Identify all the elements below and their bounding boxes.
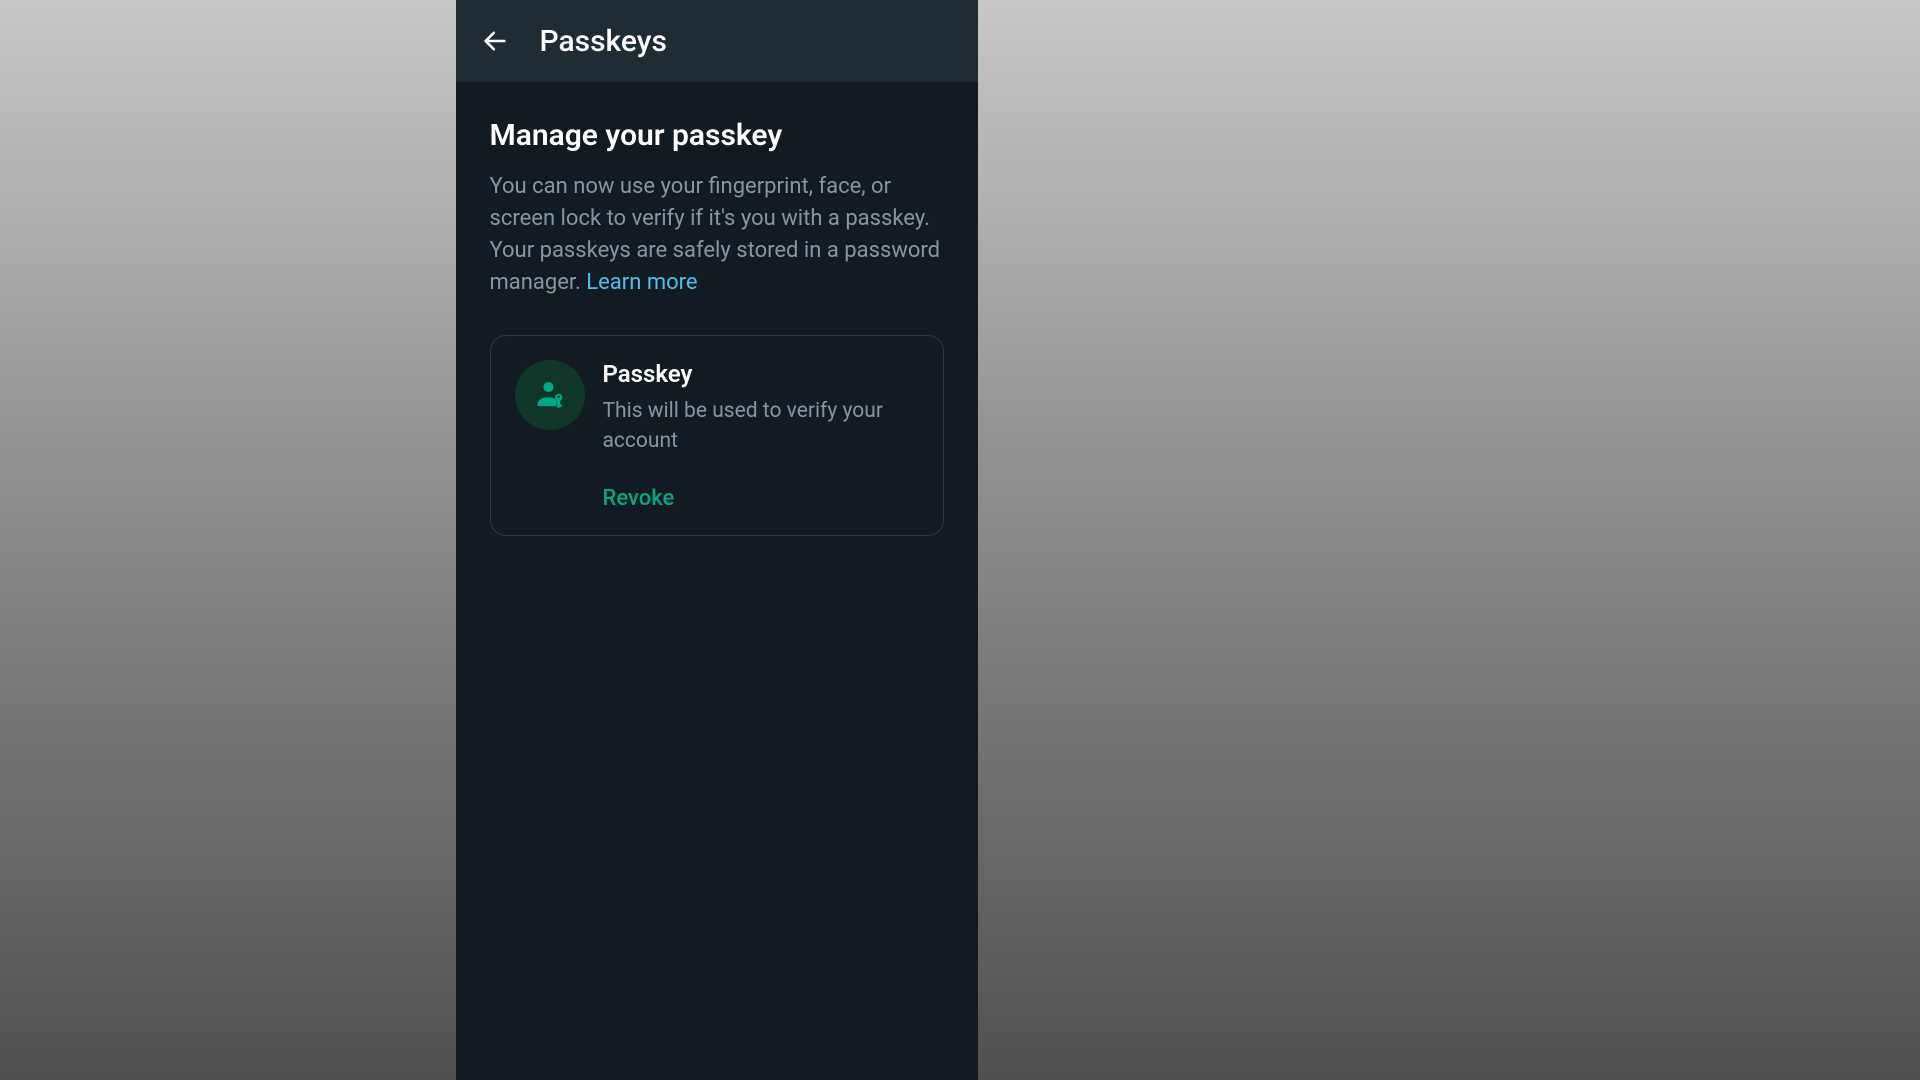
content-area: Manage your passkey You can now use your… [456, 82, 978, 536]
passkey-card: Passkey This will be used to verify your… [490, 335, 944, 537]
app-header: Passkeys [456, 0, 978, 82]
revoke-button[interactable]: Revoke [603, 486, 675, 511]
passkey-content: Passkey This will be used to verify your… [603, 360, 919, 512]
person-key-icon [531, 376, 569, 414]
passkey-title: Passkey [603, 360, 919, 388]
phone-screen: Passkeys Manage your passkey You can now… [456, 0, 978, 1080]
passkey-subtitle: This will be used to verify your account [603, 396, 919, 457]
manage-heading: Manage your passkey [490, 118, 944, 153]
arrow-left-icon [481, 27, 509, 55]
manage-description: You can now use your fingerprint, face, … [490, 171, 944, 299]
back-button[interactable] [474, 20, 516, 62]
passkey-icon-container [515, 360, 585, 430]
description-text: You can now use your fingerprint, face, … [490, 174, 941, 295]
page-title: Passkeys [540, 24, 667, 59]
learn-more-link[interactable]: Learn more [586, 270, 697, 295]
